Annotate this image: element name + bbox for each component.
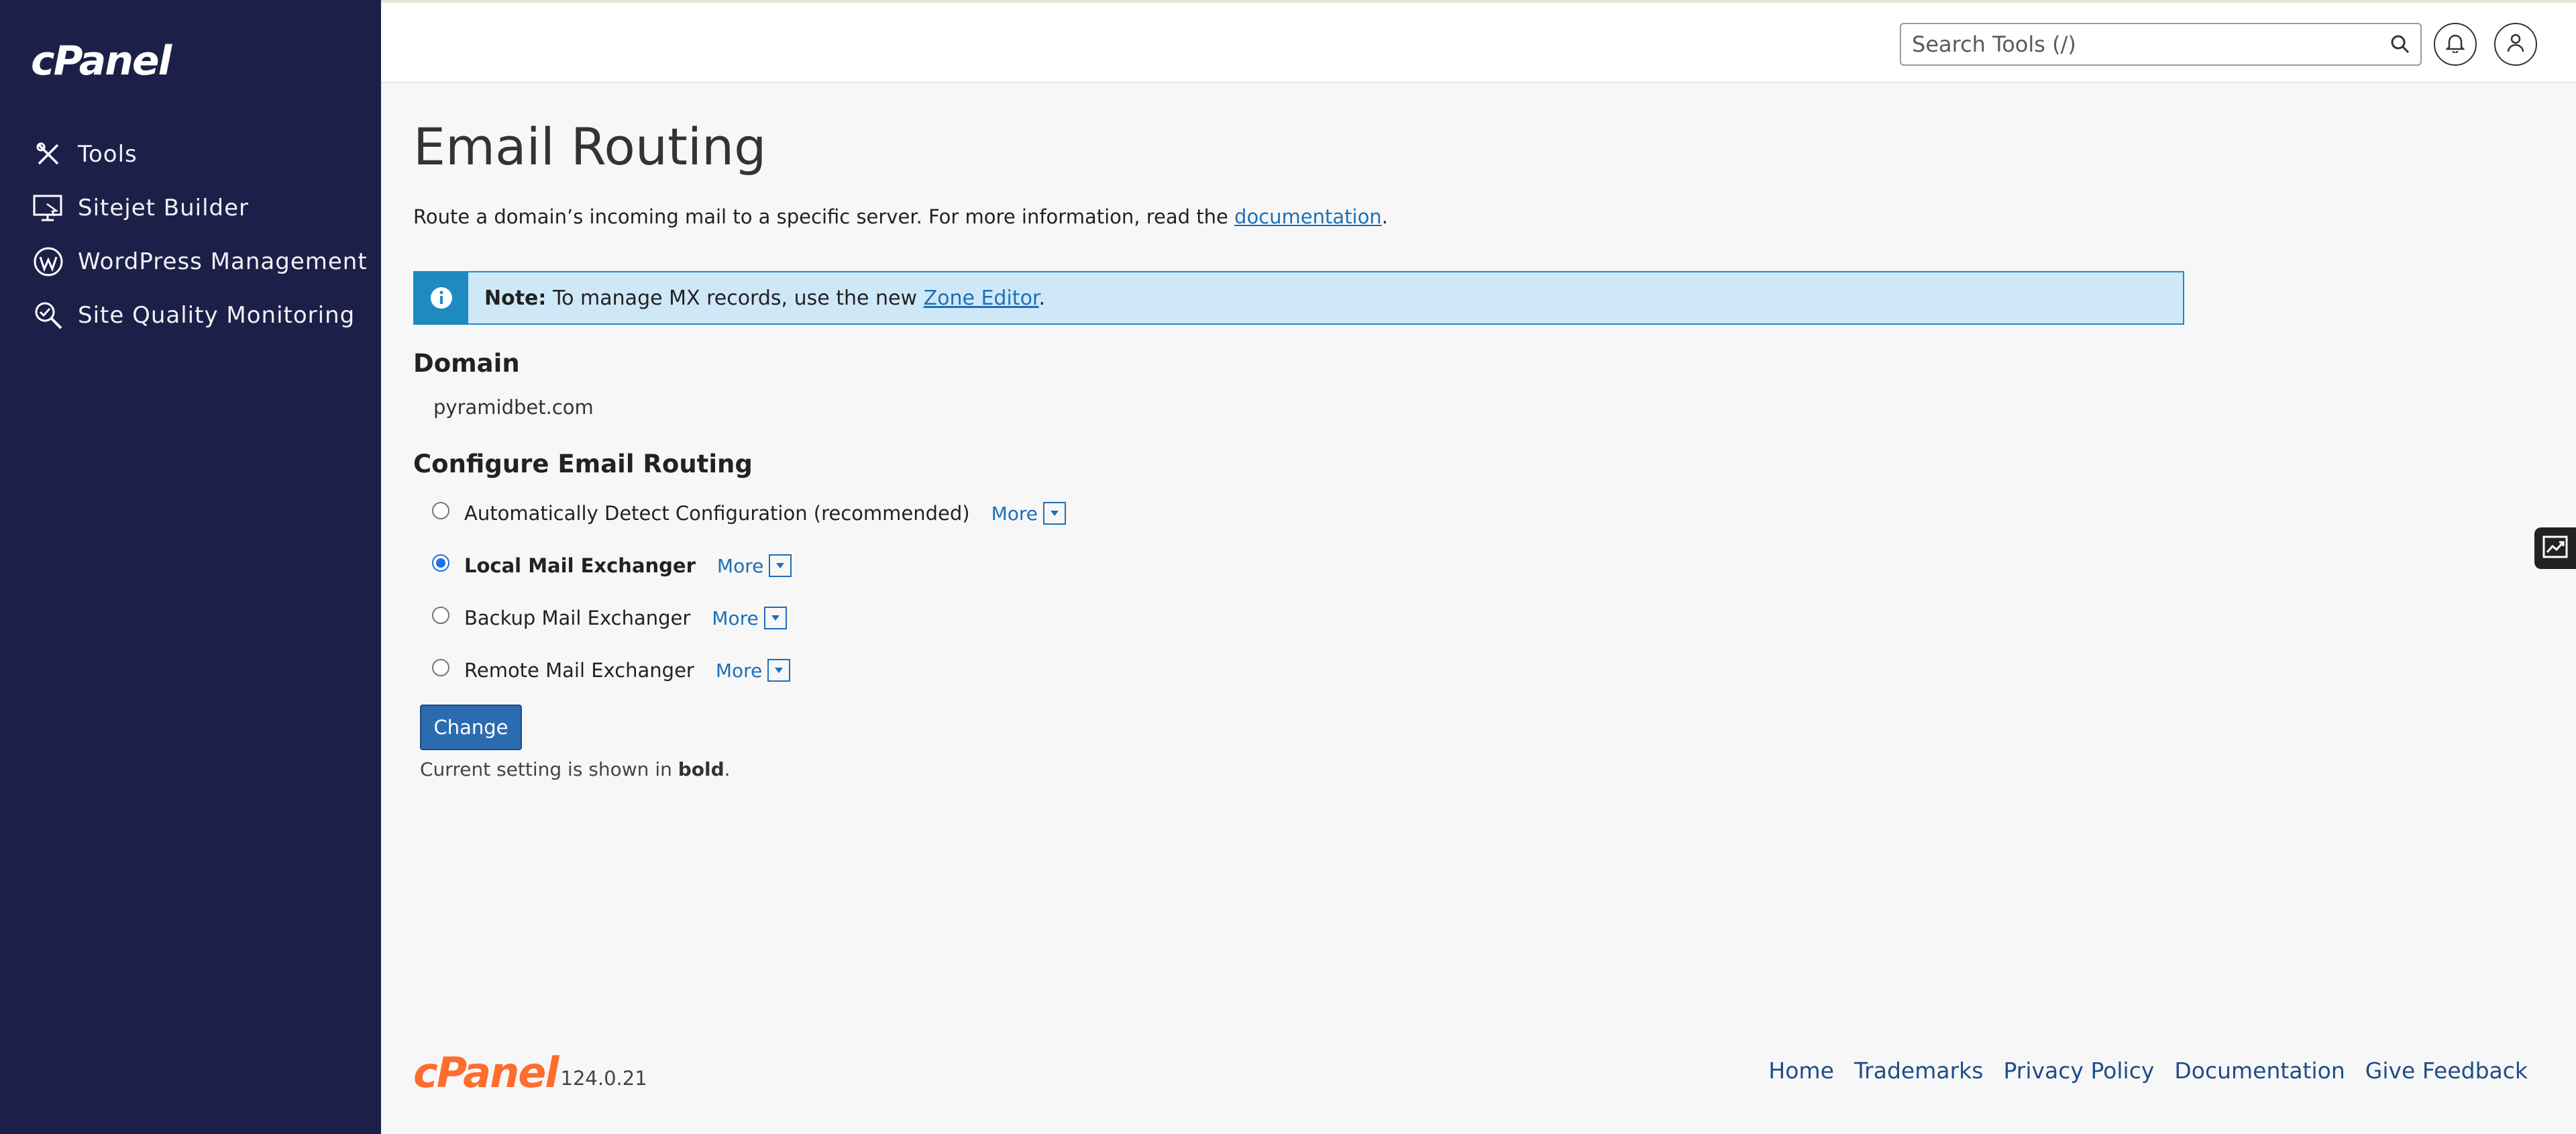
more-label: More <box>712 607 759 629</box>
bell-icon <box>2445 33 2466 56</box>
sitejet-icon <box>31 191 66 225</box>
footer-link-give-feedback[interactable]: Give Feedback <box>2365 1058 2528 1084</box>
search-box <box>1900 23 2422 66</box>
analytics-side-tab[interactable] <box>2534 527 2576 569</box>
caret-down-icon <box>763 607 787 629</box>
option-local: Local Mail Exchanger More <box>432 554 792 577</box>
more-label: More <box>715 659 763 682</box>
radio-remote[interactable] <box>432 659 449 676</box>
intro-text-body: Route a domain’s incoming mail to a spec… <box>413 205 1235 228</box>
zone-editor-link[interactable]: Zone Editor <box>924 287 1039 310</box>
note-label: Note: <box>484 286 547 310</box>
option-label: Remote Mail Exchanger <box>464 659 694 682</box>
intro-text: Route a domain’s incoming mail to a spec… <box>413 205 1388 228</box>
sidebar-item-label: Sitejet Builder <box>78 195 250 221</box>
more-toggle[interactable]: More <box>717 554 792 577</box>
option-remote: Remote Mail Exchanger More <box>432 659 791 682</box>
search-icon[interactable] <box>2380 34 2420 54</box>
more-toggle[interactable]: More <box>991 502 1067 525</box>
magnifier-icon <box>31 298 66 333</box>
radio-backup[interactable] <box>432 607 449 624</box>
option-backup: Backup Mail Exchanger More <box>432 607 787 629</box>
domain-value: pyramidbet.com <box>433 396 594 419</box>
radio-auto-detect[interactable] <box>432 502 449 519</box>
sidebar-item-label: WordPress Management <box>78 248 368 275</box>
option-auto-detect: Automatically Detect Configuration (reco… <box>432 502 1067 525</box>
sidebar-item-label: Tools <box>78 141 138 168</box>
notifications-button[interactable] <box>2434 23 2477 66</box>
tools-icon <box>31 137 66 172</box>
sidebar: cPanel Tools Sitejet Builder WordPress M… <box>0 0 381 1134</box>
footer-links: Home Trademarks Privacy Policy Documenta… <box>1768 1058 2528 1084</box>
current-setting-hint: Current setting is shown in bold. <box>420 758 731 780</box>
user-button[interactable] <box>2494 23 2537 66</box>
info-icon <box>415 272 468 323</box>
sidebar-item-tools[interactable]: Tools <box>31 127 368 181</box>
note-end: . <box>1038 286 1046 310</box>
cpanel-logo[interactable]: cPanel <box>31 38 172 85</box>
more-toggle[interactable]: More <box>712 607 787 629</box>
footer-cpanel-logo[interactable]: cPanel <box>413 1052 559 1094</box>
user-icon <box>2506 33 2525 56</box>
sidebar-item-wordpress[interactable]: WordPress Management <box>31 235 368 289</box>
footer-brand: cPanel 124.0.21 <box>413 1052 647 1094</box>
sidebar-item-label: Site Quality Monitoring <box>78 302 356 329</box>
configure-heading: Configure Email Routing <box>413 450 753 478</box>
note-body: To manage MX records, use the new <box>546 286 924 310</box>
option-label: Automatically Detect Configuration (reco… <box>464 502 970 525</box>
sidebar-item-site-quality[interactable]: Site Quality Monitoring <box>31 289 368 342</box>
page-title: Email Routing <box>413 117 767 176</box>
search-input[interactable] <box>1901 24 2380 64</box>
radio-local[interactable] <box>432 554 449 572</box>
documentation-link[interactable]: documentation <box>1234 205 1382 228</box>
caret-down-icon <box>1043 502 1067 525</box>
footer-link-privacy-policy[interactable]: Privacy Policy <box>2003 1058 2154 1084</box>
hint-bold: bold <box>678 758 724 780</box>
note-banner: Note: To manage MX records, use the new … <box>413 271 2184 325</box>
intro-text-end: . <box>1381 205 1388 228</box>
footer-link-trademarks[interactable]: Trademarks <box>1854 1058 1984 1084</box>
more-label: More <box>991 502 1038 525</box>
note-text: Note: To manage MX records, use the new … <box>484 287 1045 310</box>
footer-link-documentation[interactable]: Documentation <box>2174 1058 2345 1084</box>
option-label: Backup Mail Exchanger <box>464 607 691 629</box>
domain-heading: Domain <box>413 349 520 378</box>
hint-prefix: Current setting is shown in <box>420 758 678 780</box>
trend-chart-icon <box>2542 535 2569 562</box>
option-label: Local Mail Exchanger <box>464 554 696 577</box>
change-button[interactable]: Change <box>420 705 522 750</box>
caret-down-icon <box>767 659 791 682</box>
hint-end: . <box>724 758 731 780</box>
more-toggle[interactable]: More <box>715 659 791 682</box>
caret-down-icon <box>769 554 792 577</box>
sidebar-nav: Tools Sitejet Builder WordPress Manageme… <box>31 127 368 342</box>
wordpress-icon <box>31 244 66 279</box>
footer-link-home[interactable]: Home <box>1768 1058 1833 1084</box>
version-number: 124.0.21 <box>560 1067 647 1090</box>
sidebar-item-sitejet[interactable]: Sitejet Builder <box>31 181 368 235</box>
top-header <box>381 0 2576 83</box>
more-label: More <box>716 554 764 577</box>
